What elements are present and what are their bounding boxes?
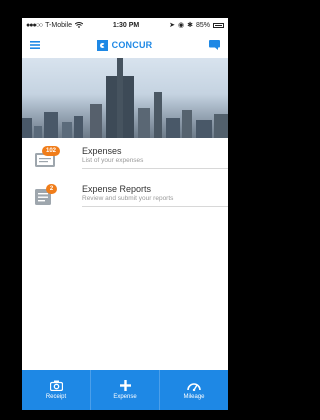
tab-expense-label: Expense [113,394,137,400]
bottom-tab-bar: Receipt Expense Mileage [22,370,228,410]
receipt-stack-icon: 102 [34,146,64,170]
expenses-title: Expenses [82,146,122,156]
carrier-name: T-Mobile [45,21,72,29]
signal-dots-icon: ●●●○○ [26,21,43,29]
plus-icon [119,380,131,391]
battery-percent: 85% [195,21,210,29]
battery-icon [212,22,224,28]
brand-name: CONCUR [111,40,153,50]
report-folder-icon: 2 [34,184,64,208]
tab-mileage[interactable]: Mileage [160,370,228,410]
home-list: 102 Expenses List of your expenses 2 Exp… [22,140,228,216]
status-time: 1:30 PM [112,21,140,29]
concur-logo-icon [96,39,108,51]
city-skyline-banner [22,58,228,138]
expense-reports-title: Expense Reports [82,184,152,194]
app-header: CONCUR [22,32,228,58]
chat-bubble-icon[interactable] [208,40,220,50]
status-bar: ●●●○○ T-Mobile 1:30 PM ➤ ◉ ✱ 85% [22,18,228,32]
list-item-expense-reports[interactable]: 2 Expense Reports Review and submit your… [22,178,228,216]
expenses-subtitle: List of your expenses [82,157,144,164]
tab-expense[interactable]: Expense [91,370,160,410]
expenses-count-badge: 102 [42,146,60,156]
bluetooth-icon: ✱ [187,22,193,29]
camera-icon [49,380,63,391]
tab-mileage-label: Mileage [183,393,205,400]
hamburger-menu-icon[interactable] [30,41,40,49]
tab-receipt[interactable]: Receipt [22,370,91,410]
wifi-icon [74,22,83,28]
speedometer-icon [187,382,201,391]
location-arrow-icon: ➤ [169,22,175,29]
brand-logo: CONCUR [96,39,153,51]
alarm-icon: ◉ [177,22,185,29]
expense-reports-subtitle: Review and submit your reports [82,195,174,202]
tab-receipt-label: Receipt [45,394,67,400]
list-item-expenses[interactable]: 102 Expenses List of your expenses [22,140,228,178]
phone-screen: ●●●○○ T-Mobile 1:30 PM ➤ ◉ ✱ 85% CONCUR [22,18,228,410]
expense-reports-count-badge: 2 [46,184,57,194]
